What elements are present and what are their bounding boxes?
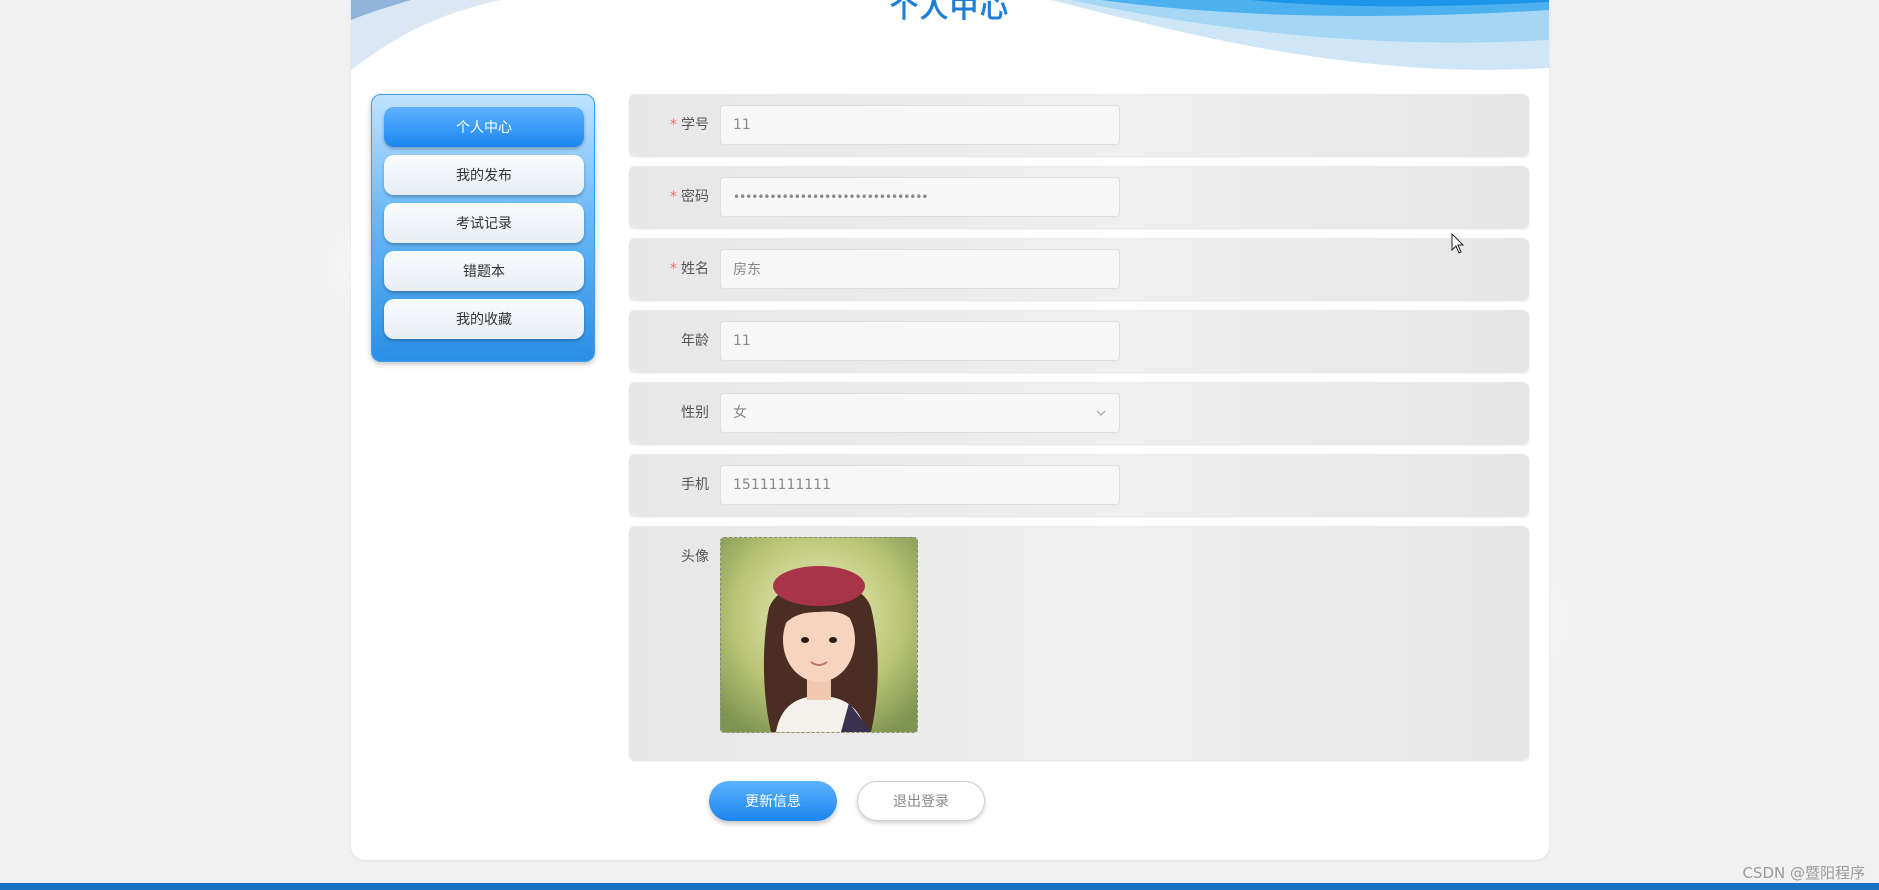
required-mark: * [670, 261, 677, 277]
gender-select[interactable]: 女 [720, 393, 1120, 433]
form-row-age: 年龄 [629, 310, 1529, 372]
required-mark: * [670, 189, 677, 205]
form-row-phone: 手机 [629, 454, 1529, 516]
mouse-cursor-icon [1451, 233, 1465, 254]
form-row-gender: 性别 女 [629, 382, 1529, 444]
sidebar-item-exam-records[interactable]: 考试记录 [384, 203, 584, 243]
form-row-name: * 姓名 [629, 238, 1529, 300]
student-id-label: * 学号 [629, 94, 709, 156]
student-id-label-text: 学号 [681, 117, 709, 133]
sidebar-item-my-posts[interactable]: 我的发布 [384, 155, 584, 195]
phone-label: 手机 [681, 477, 709, 493]
name-label: * 姓名 [629, 238, 709, 300]
watermark: CSDN @暨阳程序 [1742, 864, 1865, 882]
page-title: 个人中心 [889, 0, 1010, 24]
password-label: * 密码 [629, 166, 709, 228]
form-row-avatar: 头像 [629, 526, 1529, 760]
form-row-student-id: * 学号 [629, 94, 1529, 156]
update-info-button[interactable]: 更新信息 [709, 781, 837, 821]
password-label-text: 密码 [681, 189, 709, 205]
avatar-upload[interactable] [720, 537, 918, 733]
sidebar-menu: 个人中心 我的发布 考试记录 错题本 我的收藏 [371, 94, 595, 362]
gender-label: 性别 [681, 405, 709, 421]
password-input[interactable] [720, 177, 1120, 217]
bottom-bar [0, 883, 1879, 890]
form-row-password: * 密码 [629, 166, 1529, 228]
sidebar-item-my-favorites[interactable]: 我的收藏 [384, 299, 584, 339]
age-label: 年龄 [681, 333, 709, 349]
required-mark: * [670, 117, 677, 133]
logout-button[interactable]: 退出登录 [857, 781, 985, 821]
name-label-text: 姓名 [681, 261, 709, 277]
gender-selected-value: 女 [733, 405, 747, 421]
avatar-label: 头像 [681, 549, 709, 565]
name-input[interactable] [720, 249, 1120, 289]
chevron-down-icon [1096, 410, 1106, 416]
avatar-image [721, 538, 917, 732]
main-card: 个人中心 个人中心 我的发布 考试记录 错题本 我的收藏 *学号 *密码 *姓名… [351, 0, 1549, 860]
age-input[interactable] [720, 321, 1120, 361]
student-id-input[interactable] [720, 105, 1120, 145]
phone-input[interactable] [720, 465, 1120, 505]
sidebar-item-wrong-questions[interactable]: 错题本 [384, 251, 584, 291]
sidebar-item-personal-center[interactable]: 个人中心 [384, 107, 584, 147]
